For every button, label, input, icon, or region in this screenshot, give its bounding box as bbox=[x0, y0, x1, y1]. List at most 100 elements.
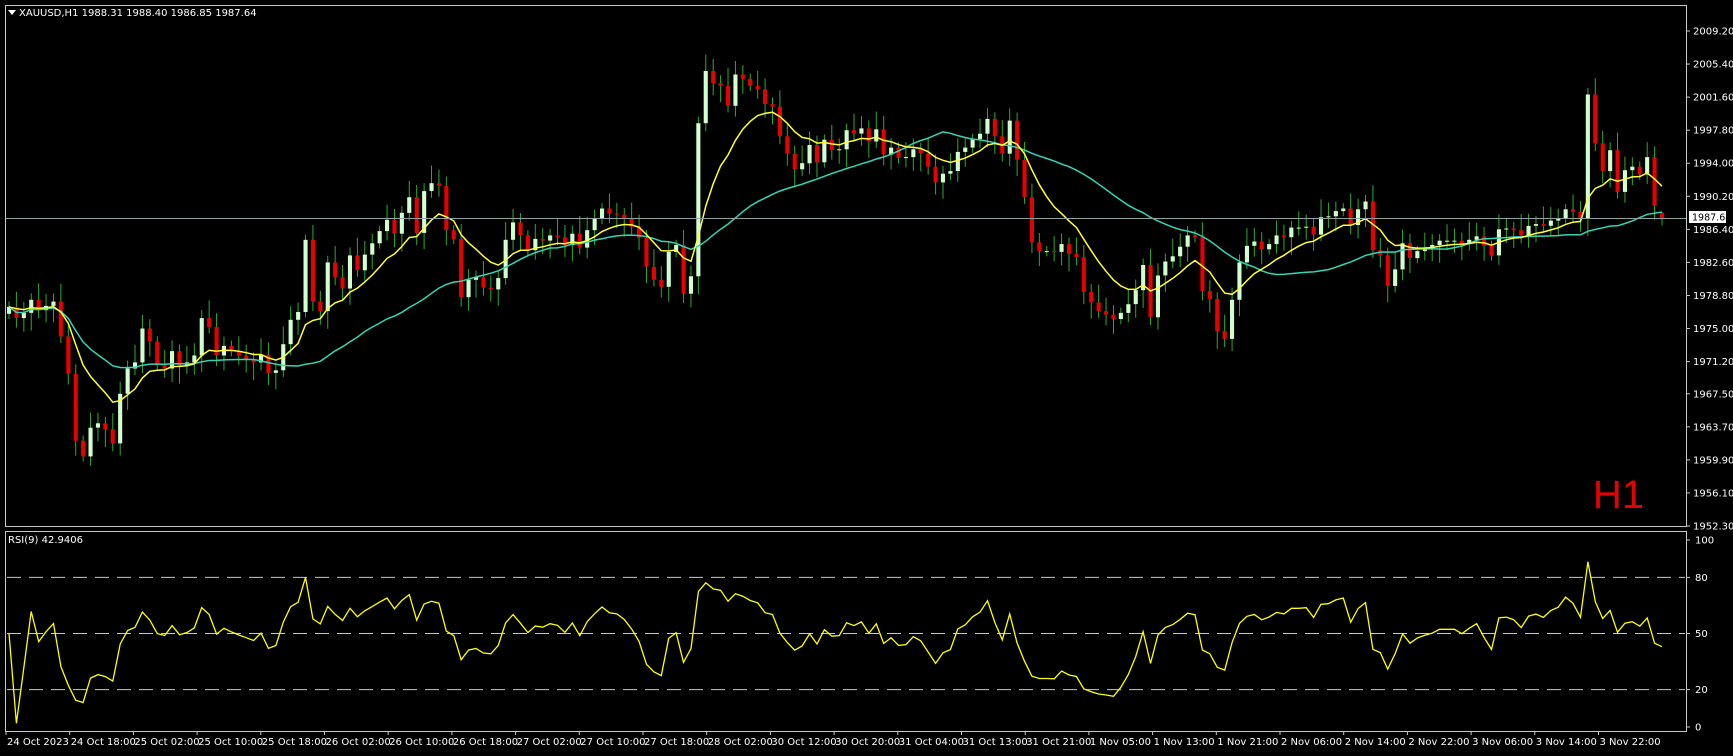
candle bbox=[548, 228, 553, 259]
candle bbox=[844, 123, 849, 168]
price-tick-label: 1971.20 bbox=[1693, 357, 1733, 368]
candle-body-bear bbox=[659, 279, 664, 287]
candle-body-bear bbox=[852, 130, 857, 134]
candle-body-bear bbox=[785, 136, 790, 154]
candle-body-bear bbox=[1348, 208, 1353, 225]
candle bbox=[1593, 78, 1598, 152]
candle-body-bear bbox=[459, 238, 464, 298]
candle bbox=[940, 165, 945, 199]
candle bbox=[1089, 283, 1094, 319]
candle bbox=[1148, 248, 1153, 326]
rsi-tick-label: 80 bbox=[1695, 573, 1708, 584]
candle-body-bear bbox=[1600, 143, 1605, 171]
candle-body-bear bbox=[1407, 243, 1412, 259]
candle bbox=[963, 138, 968, 167]
candle bbox=[1563, 204, 1568, 224]
candle bbox=[1267, 238, 1272, 255]
candle bbox=[392, 208, 397, 248]
moving-averages bbox=[6, 111, 1686, 404]
candle-body-bear bbox=[577, 233, 582, 248]
candle bbox=[644, 230, 649, 284]
candle bbox=[496, 270, 501, 306]
candle bbox=[429, 165, 434, 198]
candle bbox=[1630, 157, 1635, 186]
candle bbox=[1207, 280, 1212, 313]
candle-body-bear bbox=[1193, 235, 1198, 238]
candle-body-bear bbox=[414, 197, 419, 233]
candle-body-bear bbox=[73, 373, 78, 441]
candle bbox=[7, 301, 12, 319]
candle bbox=[1081, 245, 1086, 305]
candle-body-bull bbox=[1526, 225, 1531, 236]
candle bbox=[281, 326, 286, 377]
candle bbox=[310, 224, 315, 311]
candle bbox=[1474, 222, 1479, 251]
candle-body-bull bbox=[496, 278, 501, 290]
candle bbox=[207, 300, 212, 334]
candle bbox=[525, 230, 530, 256]
candle-body-bear bbox=[555, 235, 560, 238]
candle bbox=[103, 416, 108, 448]
candle bbox=[1496, 214, 1501, 265]
candle-body-bull bbox=[600, 208, 605, 219]
candle-body-bull bbox=[1437, 240, 1442, 245]
candle-body-bull bbox=[273, 370, 278, 373]
candle-body-bear bbox=[66, 336, 71, 374]
candle-body-bull bbox=[1319, 217, 1324, 235]
time-tick-label: 3 Nov 14:00 bbox=[1536, 737, 1597, 748]
candle bbox=[533, 223, 538, 260]
symbol-header[interactable]: XAUUSD,H1 1988.31 1988.40 1986.85 1987.6… bbox=[8, 8, 257, 19]
candle bbox=[1600, 131, 1605, 184]
time-tick-label: 31 Oct 21:00 bbox=[1026, 737, 1091, 748]
price-tick-label: 2001.60 bbox=[1693, 93, 1733, 104]
candle-body-bull bbox=[592, 218, 597, 231]
candle-body-bull bbox=[874, 129, 879, 142]
price-tick-label: 1986.40 bbox=[1693, 225, 1733, 236]
candle bbox=[918, 142, 923, 172]
candle-body-bull bbox=[1059, 244, 1064, 252]
candle-body-bear bbox=[777, 106, 782, 137]
candle-body-bear bbox=[1482, 236, 1487, 246]
candle-body-bull bbox=[288, 319, 293, 345]
candle-body-bear bbox=[1104, 311, 1109, 315]
candle-body-bear bbox=[1489, 245, 1494, 256]
rsi-level-lines bbox=[7, 576, 1685, 691]
current-price-marker: 1987.64 bbox=[1689, 211, 1731, 224]
price-tick-label: 1982.60 bbox=[1693, 258, 1733, 269]
candle bbox=[1200, 222, 1205, 301]
candle-body-bull bbox=[1274, 235, 1279, 245]
candle-body-bear bbox=[614, 213, 619, 215]
candle-body-bull bbox=[978, 133, 983, 139]
candle-body-bear bbox=[726, 85, 731, 106]
candle-body-bull bbox=[1452, 240, 1457, 242]
candle bbox=[1259, 232, 1264, 265]
candle-body-bear bbox=[488, 287, 493, 290]
time-tick-label: 2 Nov 14:00 bbox=[1345, 737, 1406, 748]
candle bbox=[740, 65, 745, 94]
candle bbox=[874, 111, 879, 149]
dropdown-triangle-icon[interactable] bbox=[8, 10, 16, 15]
candle bbox=[288, 306, 293, 355]
candle bbox=[659, 266, 664, 298]
candle-body-bull bbox=[1393, 269, 1398, 286]
candle bbox=[422, 183, 427, 250]
candle bbox=[1096, 284, 1101, 318]
candle bbox=[451, 224, 456, 245]
candle-body-bear bbox=[1615, 150, 1620, 192]
candle-body-bull bbox=[1563, 209, 1568, 218]
rsi-indicator bbox=[8, 561, 1663, 724]
candle bbox=[637, 214, 642, 251]
candle-body-bull bbox=[1400, 243, 1405, 270]
rsi-tick-label: 50 bbox=[1695, 629, 1708, 640]
candle bbox=[614, 202, 619, 229]
candle-body-bear bbox=[792, 153, 797, 170]
candle-body-bear bbox=[147, 328, 152, 342]
candle-body-bull bbox=[1163, 261, 1168, 276]
candle bbox=[273, 362, 278, 390]
candle-body-bear bbox=[644, 238, 649, 267]
price-tick-label: 1978.80 bbox=[1693, 291, 1733, 302]
price-tick-label: 1963.70 bbox=[1693, 422, 1733, 433]
symbol-ohlc-label: XAUUSD,H1 1988.31 1988.40 1986.85 1987.6… bbox=[19, 8, 257, 19]
candle-body-bull bbox=[1178, 246, 1183, 257]
candle bbox=[377, 225, 382, 249]
